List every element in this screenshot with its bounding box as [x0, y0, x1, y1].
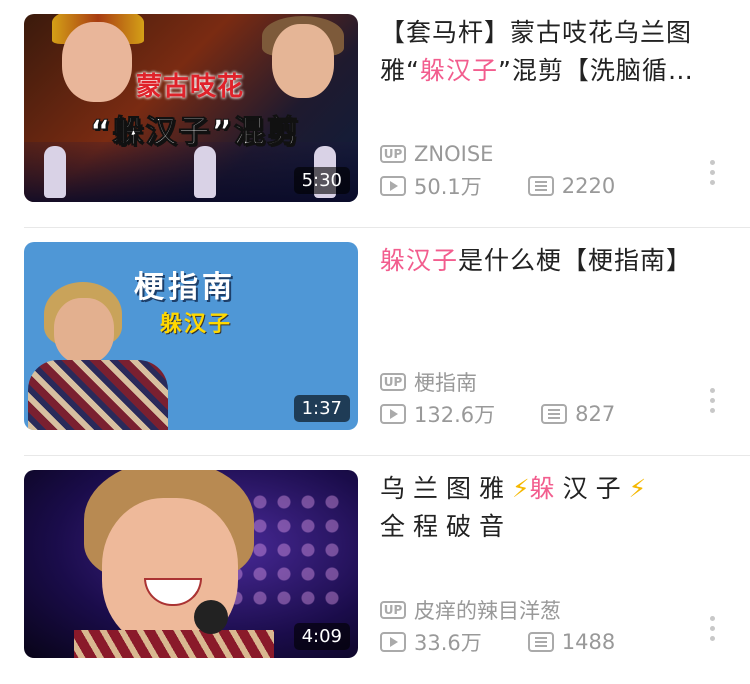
thumb-art [62, 22, 132, 102]
video-item[interactable]: 蒙古吱花 “躲汉子”混剪 5:30 【套马杆】蒙古吱花乌兰图雅“躲汉子”混剪【洗… [0, 0, 750, 228]
video-info: 躲汉子是什么梗【梗指南】 UP 梗指南 132.6万 827 [380, 242, 730, 430]
uploader-row[interactable]: UP ZNOISE [380, 138, 730, 170]
thumb-art [54, 298, 114, 364]
uploader-name: 皮痒的辣目洋葱 [414, 599, 561, 623]
video-meta: UP ZNOISE 50.1万 2220 [380, 138, 730, 202]
video-thumbnail[interactable]: 4:09 [24, 470, 358, 658]
view-count: 132.6万 [414, 403, 496, 427]
duration-badge: 1:37 [293, 395, 350, 422]
danmaku-icon [527, 176, 554, 196]
danmaku-count: 827 [575, 402, 616, 426]
thumb-caption: “躲汉子”混剪 [90, 114, 300, 151]
thumb-caption: 躲汉子 [160, 312, 233, 337]
stats-row: 50.1万 2220 [380, 170, 730, 202]
more-options-icon[interactable] [710, 616, 716, 641]
lightning-icon: ⚡ [512, 474, 530, 503]
video-list: 蒙古吱花 “躲汉子”混剪 5:30 【套马杆】蒙古吱花乌兰图雅“躲汉子”混剪【洗… [0, 0, 750, 675]
video-info: 【套马杆】蒙古吱花乌兰图雅“躲汉子”混剪【洗脑循… UP ZNOISE 50.1… [380, 14, 730, 202]
stats-row: 132.6万 827 [380, 398, 730, 430]
up-badge-icon: UP [380, 145, 406, 163]
view-count: 33.6万 [414, 631, 482, 655]
uploader-name: 梗指南 [414, 371, 477, 395]
video-title[interactable]: 乌兰图雅⚡躲汉子⚡ 全程破音 [380, 470, 730, 546]
danmaku-count: 2220 [561, 174, 616, 198]
video-thumbnail[interactable]: 梗指南 躲汉子 1:37 [24, 242, 358, 430]
danmaku-icon [527, 632, 554, 652]
thumb-art [194, 600, 228, 634]
video-meta: UP 皮痒的辣目洋葱 33.6万 1488 [380, 594, 730, 658]
video-item[interactable]: 4:09 乌兰图雅⚡躲汉子⚡ 全程破音 UP 皮痒的辣目洋葱 33.6万 1488 [0, 456, 750, 684]
uploader-name: ZNOISE [414, 142, 494, 166]
video-thumbnail[interactable]: 蒙古吱花 “躲汉子”混剪 5:30 [24, 14, 358, 202]
duration-badge: 4:09 [293, 623, 350, 650]
lightning-icon: ⚡ [628, 474, 647, 503]
play-count-icon [380, 632, 406, 652]
thumb-art [74, 630, 274, 658]
uploader-row[interactable]: UP 皮痒的辣目洋葱 [380, 594, 730, 626]
stats-row: 33.6万 1488 [380, 626, 730, 658]
up-badge-icon: UP [380, 373, 406, 391]
thumb-caption: 梗指南 [134, 270, 236, 305]
up-badge-icon: UP [380, 601, 406, 619]
video-meta: UP 梗指南 132.6万 827 [380, 366, 730, 430]
video-item[interactable]: 梗指南 躲汉子 1:37 躲汉子是什么梗【梗指南】 UP 梗指南 132.6万 … [0, 228, 750, 456]
thumb-art [28, 360, 168, 430]
more-options-icon[interactable] [710, 160, 716, 185]
play-count-icon [380, 176, 406, 196]
thumb-art [272, 24, 334, 98]
danmaku-count: 1488 [561, 630, 616, 654]
duration-badge: 5:30 [293, 167, 350, 194]
video-info: 乌兰图雅⚡躲汉子⚡ 全程破音 UP 皮痒的辣目洋葱 33.6万 1488 [380, 470, 730, 658]
danmaku-icon [541, 404, 568, 424]
video-title[interactable]: 躲汉子是什么梗【梗指南】 [380, 242, 730, 280]
uploader-row[interactable]: UP 梗指南 [380, 366, 730, 398]
video-title[interactable]: 【套马杆】蒙古吱花乌兰图雅“躲汉子”混剪【洗脑循… [380, 14, 730, 90]
more-options-icon[interactable] [710, 388, 716, 413]
play-count-icon [380, 404, 406, 424]
thumb-caption: 蒙古吱花 [136, 72, 245, 102]
view-count: 50.1万 [414, 175, 482, 199]
